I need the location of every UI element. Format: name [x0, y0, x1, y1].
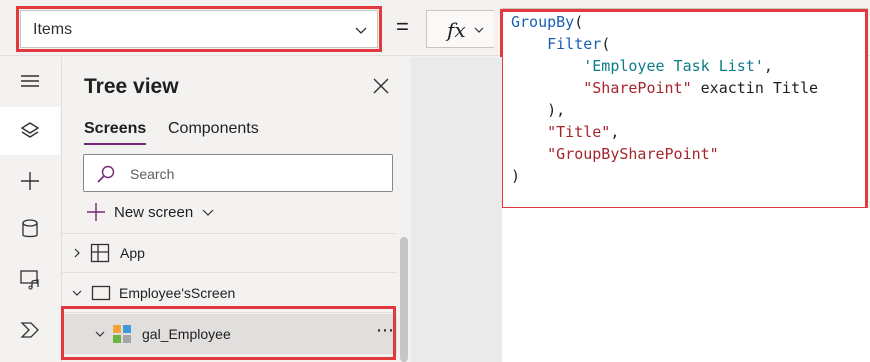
chevron-down-icon[interactable] — [71, 288, 83, 298]
code-token: GroupBy — [511, 13, 575, 31]
code-line: "Title", — [511, 121, 818, 143]
new-screen-label: New screen — [114, 203, 194, 221]
code-token: "Title" — [547, 123, 611, 141]
code-line: "SharePoint" exactin Title — [511, 77, 818, 99]
more-options-icon[interactable]: ⋯ — [376, 320, 394, 341]
divider — [62, 272, 397, 273]
code-token: ), — [511, 101, 566, 119]
tree-view-button[interactable] — [0, 107, 60, 155]
data-button[interactable] — [0, 205, 60, 253]
code-line: 'Employee Task List', — [511, 55, 818, 77]
canvas-area-white — [502, 208, 870, 362]
left-rail — [0, 57, 60, 362]
tree-node-label: gal_Employee — [142, 326, 231, 342]
tab-components[interactable]: Components — [168, 120, 259, 138]
code-token: ( — [601, 35, 611, 53]
tree-node-gallery[interactable]: gal_Employee ⋯ — [62, 314, 397, 354]
formula-code[interactable]: GroupBy( Filter( 'Employee Task List', "… — [511, 11, 818, 187]
media-icon — [20, 270, 39, 290]
tab-active-indicator — [84, 143, 146, 145]
chevron-down-icon — [474, 27, 484, 33]
gallery-icon — [113, 325, 131, 343]
property-value: Items — [33, 21, 73, 38]
chevron-down-icon — [355, 27, 367, 34]
power-automate-button[interactable] — [0, 305, 60, 353]
plus-icon — [21, 172, 39, 190]
search-icon — [97, 165, 115, 183]
code-token: , — [610, 123, 620, 141]
code-token: exactin Title — [691, 79, 819, 97]
tree-node-screen[interactable]: Employee'sScreen — [62, 274, 397, 312]
scrollbar[interactable] — [400, 237, 408, 362]
tree-node-app[interactable]: App — [62, 234, 397, 272]
app-icon — [90, 243, 110, 263]
screen-icon — [91, 285, 111, 301]
media-button[interactable] — [0, 255, 60, 303]
code-token: ) — [511, 167, 521, 185]
code-token: Filter — [547, 35, 602, 53]
fx-icon: fx — [447, 18, 466, 42]
code-token: ( — [574, 13, 584, 31]
close-icon[interactable] — [372, 77, 390, 95]
code-line: ), — [511, 99, 818, 121]
chevron-down-icon — [202, 209, 214, 216]
code-line: GroupBy( — [511, 11, 818, 33]
tree-node-label: App — [120, 245, 145, 261]
chevron-right-icon[interactable] — [72, 247, 82, 259]
property-dropdown[interactable]: Items — [20, 10, 378, 48]
tree-node-label: Employee'sScreen — [119, 285, 236, 301]
tab-screens[interactable]: Screens — [84, 120, 146, 138]
code-token: 'Employee Task List' — [583, 57, 764, 75]
code-line: "GroupBySharePoint" — [511, 143, 818, 165]
new-screen-button[interactable]: New screen — [86, 202, 215, 222]
fx-button[interactable]: fx — [426, 10, 494, 48]
equals-sign: = — [396, 14, 409, 39]
code-line: Filter( — [511, 33, 818, 55]
search-input[interactable]: Search — [83, 154, 393, 192]
chevron-down-icon[interactable] — [94, 329, 106, 339]
tree-view-title: Tree view — [84, 75, 179, 98]
database-icon — [22, 219, 38, 238]
layers-icon — [20, 122, 40, 138]
tree-view-panel: Tree view Screens Components Search New … — [61, 57, 410, 362]
formula-editor[interactable]: GroupBy( Filter( 'Employee Task List', "… — [502, 8, 868, 208]
code-token: , — [763, 57, 773, 75]
insert-button[interactable] — [0, 157, 60, 205]
code-line: ) — [511, 165, 818, 187]
power-automate-icon — [20, 322, 39, 338]
plus-icon — [87, 203, 105, 221]
divider — [62, 312, 397, 313]
code-token: "SharePoint" — [583, 79, 692, 97]
code-token: "GroupBySharePoint" — [547, 145, 719, 163]
search-placeholder: Search — [130, 166, 175, 182]
hamburger-menu[interactable] — [0, 57, 60, 105]
canvas-area — [411, 57, 502, 362]
hamburger-icon — [21, 75, 39, 87]
